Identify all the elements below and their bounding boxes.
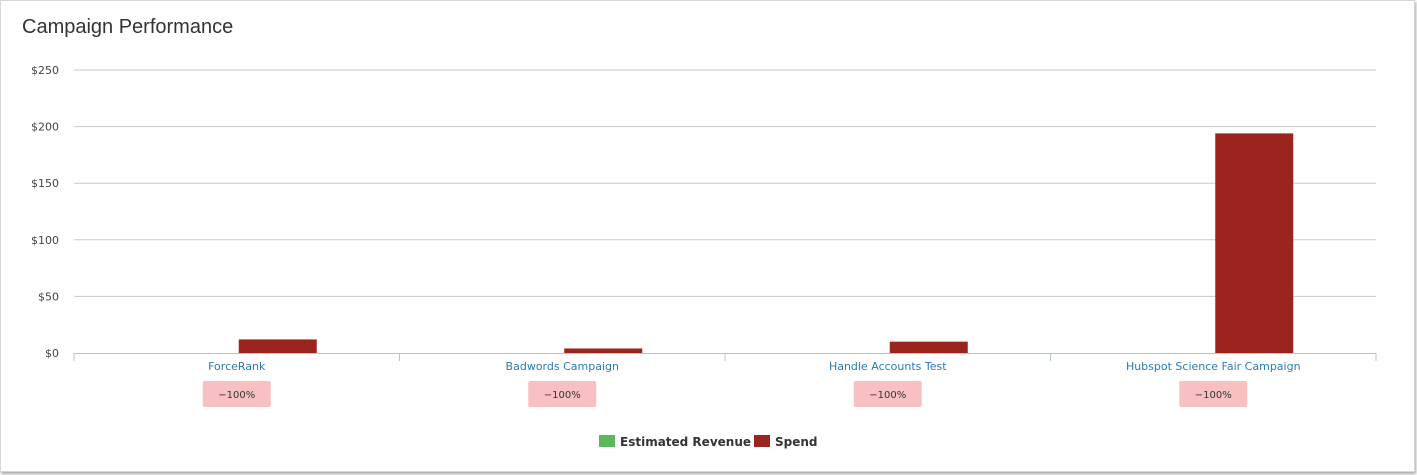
change-badge-label: −100%: [869, 390, 906, 401]
campaign-performance-chart: $0 $50 $100 $150 $200 $250 ForceRank −100% Badwo…: [31, 64, 1377, 449]
x-category-label[interactable]: Hubspot Science Fair Campaign: [1126, 360, 1301, 373]
change-badge-label: −100%: [218, 390, 255, 401]
change-badge-label: −100%: [1195, 390, 1232, 401]
y-tick-label: $250: [31, 64, 59, 77]
bar-spend[interactable]: [1215, 133, 1294, 353]
bar-spend[interactable]: [564, 348, 643, 353]
legend-swatch: [599, 435, 615, 447]
y-tick-label: $200: [31, 121, 59, 134]
bar-spend[interactable]: [238, 339, 317, 353]
bar-spend[interactable]: [889, 341, 968, 353]
legend-swatch: [754, 435, 770, 447]
legend-label[interactable]: Estimated Revenue: [620, 435, 751, 449]
y-tick-label: $50: [38, 290, 59, 303]
y-tick-label: $150: [31, 177, 59, 190]
x-category-label[interactable]: Badwords Campaign: [506, 360, 619, 373]
x-category-label[interactable]: Handle Accounts Test: [829, 360, 947, 373]
y-tick-label: $0: [45, 347, 59, 360]
x-category-label[interactable]: ForceRank: [208, 360, 266, 373]
legend-label[interactable]: Spend: [775, 435, 818, 449]
y-tick-label: $100: [31, 234, 59, 247]
change-badge-label: −100%: [544, 390, 581, 401]
